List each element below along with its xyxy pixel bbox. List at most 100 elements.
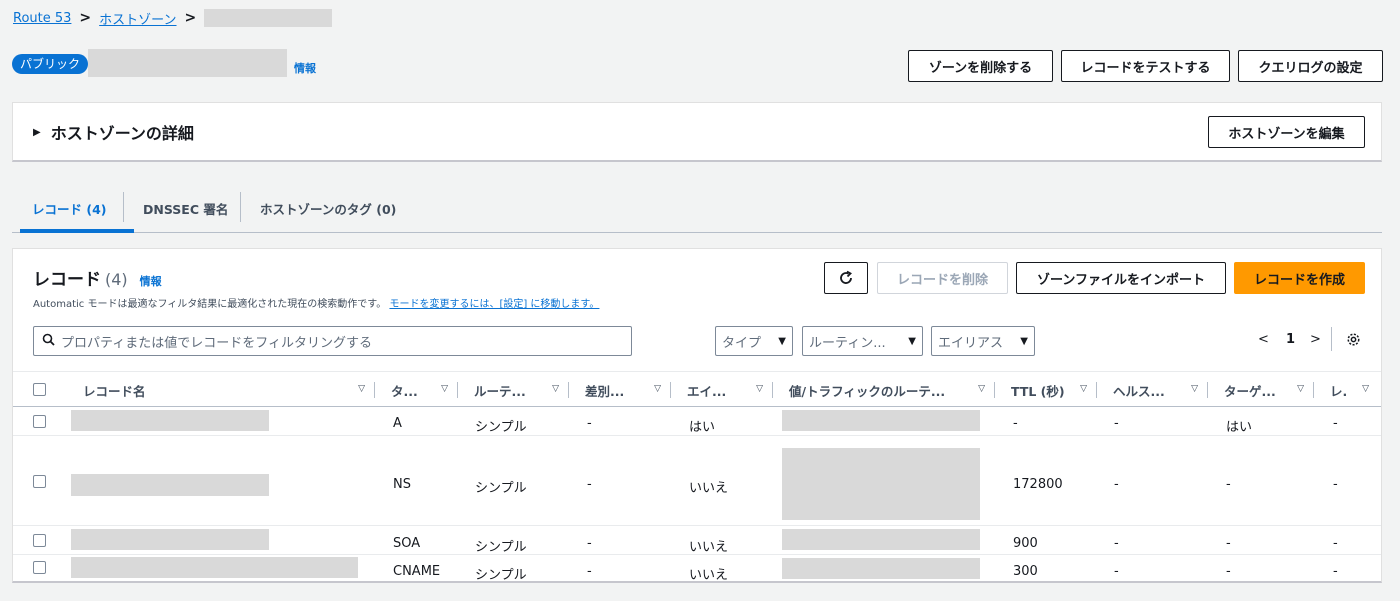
col-type[interactable]: タ... ▽: [375, 372, 458, 408]
next-page-icon[interactable]: >: [1310, 332, 1321, 347]
cell-routing: シンプル: [475, 420, 527, 435]
record-filter-input[interactable]: プロパティまたは値でレコードをフィルタリングする: [33, 326, 632, 356]
hosted-zone-details-title: ホストゾーンの詳細: [50, 124, 194, 143]
cell-ttl: -: [1013, 416, 1018, 431]
tab-tags[interactable]: ホストゾーンのタグ (0): [260, 186, 396, 230]
col-ttl[interactable]: TTL (秒) ▽: [995, 372, 1097, 408]
cell-type: SOA: [393, 536, 421, 551]
breadcrumb-hosted-zones-link[interactable]: ホストゾーン: [99, 9, 176, 28]
sort-icon: ▽: [358, 384, 365, 394]
record-name-redacted: [71, 474, 269, 496]
table-row[interactable]: CNAME シンプル - いいえ 300 - - -: [13, 555, 1381, 583]
hosted-zone-details-panel: ▶ ホストゾーンの詳細 ホストゾーンを編集: [12, 102, 1382, 162]
cell-differentiator: -: [587, 564, 592, 579]
tab-dnssec[interactable]: DNSSEC 署名: [143, 186, 228, 230]
delete-record-button[interactable]: レコードを削除: [877, 262, 1008, 294]
col-label: TTL (秒): [1011, 383, 1065, 399]
sort-icon: ▽: [1191, 384, 1198, 394]
create-record-button[interactable]: レコードを作成: [1234, 262, 1365, 294]
breadcrumb-route53-link[interactable]: Route 53: [13, 11, 71, 26]
cell-record-id: -: [1333, 564, 1338, 579]
row-checkbox[interactable]: [33, 415, 46, 428]
col-record-name[interactable]: レコード名 ▽: [65, 372, 375, 408]
refresh-button[interactable]: [824, 262, 868, 294]
cell-record-id: -: [1333, 477, 1338, 492]
select-all-checkbox[interactable]: [33, 383, 46, 396]
search-icon: [42, 333, 55, 350]
routing-filter-select[interactable]: ルーティン... ▼: [802, 326, 923, 356]
hosted-zone-details-toggle[interactable]: ▶ ホストゾーンの詳細: [33, 120, 194, 144]
alias-filter-label: エイリアス: [938, 335, 1004, 351]
info-link[interactable]: 情報: [294, 60, 316, 76]
row-checkbox[interactable]: [33, 475, 46, 488]
type-filter-label: タイプ: [722, 335, 762, 351]
query-log-button[interactable]: クエリログの設定: [1238, 50, 1383, 82]
type-filter-select[interactable]: タイプ ▼: [715, 326, 793, 356]
cell-type: CNAME: [393, 564, 441, 579]
settings-icon[interactable]: [1346, 332, 1361, 351]
prev-page-icon[interactable]: <: [1258, 332, 1269, 347]
col-routing[interactable]: ルーテ... ▽: [458, 372, 569, 408]
table-row[interactable]: SOA シンプル - いいえ 900 - - -: [13, 526, 1381, 555]
breadcrumb: Route 53 > ホストゾーン >: [13, 8, 333, 28]
value-redacted: [782, 529, 980, 550]
test-record-button[interactable]: レコードをテストする: [1061, 50, 1230, 82]
table-row[interactable]: NS シンプル - いいえ 172800 - - -: [13, 436, 1381, 526]
col-label: エイ...: [687, 383, 727, 399]
cell-ttl: 300: [1013, 564, 1038, 579]
records-title-text: レコード: [33, 270, 101, 290]
delete-zone-button[interactable]: ゾーンを削除する: [908, 50, 1053, 82]
cell-differentiator: -: [587, 536, 592, 551]
cell-alias: いいえ: [689, 540, 729, 555]
cell-routing: シンプル: [475, 481, 527, 496]
table-row[interactable]: A シンプル - はい - - はい -: [13, 407, 1381, 436]
cell-record-id: -: [1333, 536, 1338, 551]
col-alias[interactable]: エイ... ▽: [671, 372, 773, 408]
tab-divider: [240, 192, 241, 222]
current-page[interactable]: 1: [1286, 332, 1295, 347]
cell-health: -: [1114, 536, 1119, 551]
col-label: ターゲ...: [1224, 383, 1276, 399]
change-mode-link[interactable]: モードを変更するには、[設定] に移動します。: [389, 299, 599, 310]
import-zone-file-button[interactable]: ゾーンファイルをインポート: [1016, 262, 1226, 294]
col-value[interactable]: 値/トラフィックのルーテ... ▽: [773, 372, 995, 408]
value-redacted: [782, 558, 980, 579]
sort-icon: ▽: [1080, 384, 1087, 394]
cell-ttl: 900: [1013, 536, 1038, 551]
col-differentiator[interactable]: 差別... ▽: [569, 372, 671, 408]
record-name-redacted: [71, 557, 358, 578]
col-target[interactable]: ターゲ... ▽: [1208, 372, 1314, 408]
tab-bar: レコード (4) DNSSEC 署名 ホストゾーンのタグ (0): [12, 186, 1382, 233]
search-placeholder: プロパティまたは値でレコードをフィルタリングする: [61, 335, 372, 351]
chevron-right-icon: >: [79, 10, 92, 26]
zone-name-redacted: [88, 49, 287, 77]
sort-icon: ▽: [756, 384, 763, 394]
caret-down-icon: ▼: [778, 335, 786, 347]
cell-health: -: [1114, 564, 1119, 579]
alias-filter-select[interactable]: エイリアス ▼: [931, 326, 1035, 356]
cell-type: A: [393, 416, 402, 431]
cell-routing: シンプル: [475, 568, 527, 583]
row-checkbox[interactable]: [33, 561, 46, 574]
col-record-id[interactable]: レ. ▽: [1314, 372, 1381, 408]
col-label: ルーテ...: [474, 383, 526, 399]
chevron-right-icon: >: [184, 10, 197, 26]
search-mode-description: Automatic モードは最適なフィルタ結果に最適化された現在の検索動作です。…: [33, 295, 599, 310]
edit-hosted-zone-button[interactable]: ホストゾーンを編集: [1208, 116, 1365, 148]
sort-icon: ▽: [978, 384, 985, 394]
cell-ttl: 172800: [1013, 477, 1063, 492]
cell-type: NS: [393, 477, 411, 492]
tab-records[interactable]: レコード (4): [32, 186, 106, 230]
col-health[interactable]: ヘルス... ▽: [1097, 372, 1208, 408]
records-info-link[interactable]: 情報: [140, 273, 162, 289]
cell-target: はい: [1226, 420, 1253, 435]
active-tab-indicator: [20, 229, 134, 233]
cell-alias: はい: [689, 420, 716, 435]
row-checkbox[interactable]: [33, 534, 46, 547]
col-label: ヘルス...: [1113, 383, 1165, 399]
tab-divider: [123, 192, 124, 222]
value-redacted: [782, 410, 980, 431]
cell-target: -: [1226, 536, 1231, 551]
records-table-header: レコード名 ▽ タ... ▽ ルーテ... ▽ 差別... ▽ エイ... ▽ …: [13, 371, 1381, 407]
col-label: レ.: [1330, 383, 1348, 399]
